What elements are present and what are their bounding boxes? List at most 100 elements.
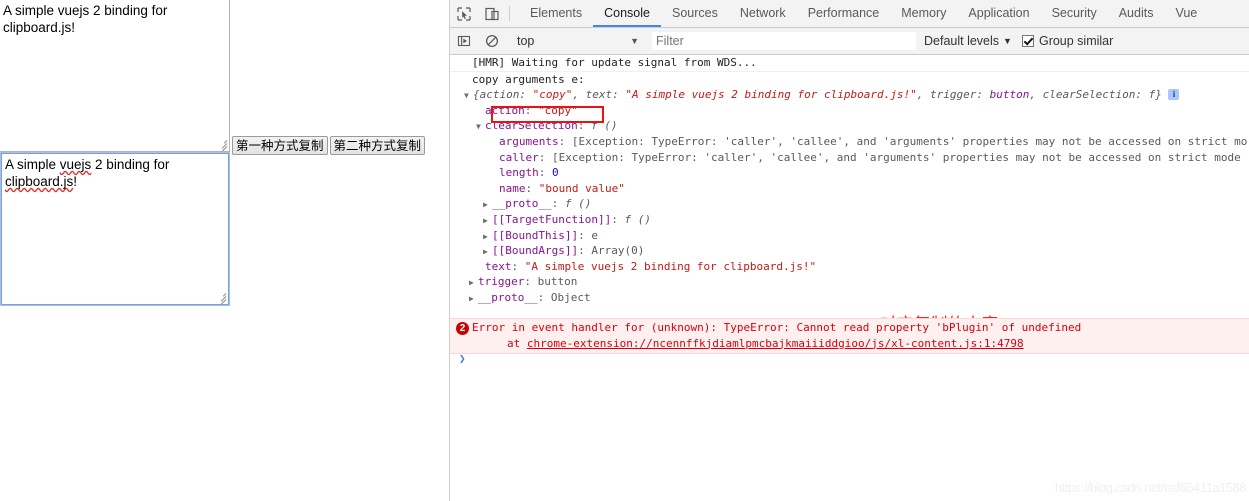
property-row-action[interactable]: action: "copy" (450, 103, 1249, 119)
error-stack-prefix: at (507, 336, 527, 350)
property-row-clearselection[interactable]: ▼ clearSelection: f () (450, 118, 1249, 134)
textarea-bottom-text2: 2 binding for (91, 157, 174, 172)
group-similar-toggle[interactable]: Group similar (1021, 34, 1114, 48)
textarea-bottom[interactable]: A simple vuejs 2 binding for clipboard.j… (0, 152, 230, 306)
property-value: "copy" (538, 103, 578, 117)
console-filter-input[interactable] (652, 32, 916, 50)
property-separator: : (538, 150, 552, 164)
property-name: arguments (499, 134, 559, 148)
property-value: f () (624, 212, 651, 226)
resize-grip-icon[interactable] (215, 137, 228, 151)
expand-triangle-icon[interactable]: ▶ (483, 244, 492, 259)
log-levels-dropdown[interactable]: Default levels ▼ (924, 34, 1012, 48)
web-page-pane: A simple vuejs 2 binding for clipboard.j… (0, 0, 449, 501)
expand-triangle-icon[interactable]: ▶ (469, 275, 478, 290)
tab-memory[interactable]: Memory (890, 0, 957, 27)
property-value: button (537, 275, 578, 289)
tab-elements[interactable]: Elements (519, 0, 593, 27)
preview-close-brace: } (1155, 88, 1162, 102)
execution-context-icon[interactable] (450, 34, 478, 48)
tab-security[interactable]: Security (1041, 0, 1108, 27)
tab-vue[interactable]: Vue (1164, 0, 1208, 27)
property-value: [Exception: TypeError: 'caller', 'callee… (552, 150, 1241, 164)
property-value: Object (550, 290, 591, 304)
textarea-top[interactable]: A simple vuejs 2 binding for clipboard.j… (0, 0, 230, 152)
error-line-1: Error in event handler for (unknown): Ty… (472, 321, 1082, 334)
property-name: text (485, 259, 512, 273)
textarea-bottom-text1: A simple (5, 157, 60, 172)
expand-triangle-icon[interactable]: ▶ (469, 291, 478, 306)
preview-trigger-value: button (989, 88, 1030, 102)
tab-performance[interactable]: Performance (797, 0, 891, 27)
expand-triangle-icon[interactable]: ▼ (464, 88, 473, 103)
property-name: __proto__ (492, 197, 552, 211)
property-row-text[interactable]: text: "A simple vuejs 2 binding for clip… (450, 259, 1249, 275)
devtools-panel: Elements Console Sources Network Perform… (449, 0, 1249, 501)
console-message-hmr[interactable]: [HMR] Waiting for update signal from WDS… (450, 55, 1249, 72)
expand-triangle-icon[interactable]: ▶ (483, 229, 492, 244)
property-row-boundargs[interactable]: ▶ [[BoundArgs]]: Array(0) (450, 243, 1249, 259)
expand-triangle-icon[interactable]: ▶ (483, 213, 492, 228)
prompt-chevron-icon: ❯ (459, 352, 466, 365)
console-error-message[interactable]: 2 Error in event handler for (unknown): … (450, 318, 1249, 355)
property-row-caller[interactable]: caller: [Exception: TypeError: 'caller',… (450, 150, 1249, 166)
devtools-tabbar: Elements Console Sources Network Perform… (450, 0, 1249, 28)
console-message-copy-args[interactable]: copy arguments e: (450, 72, 1249, 88)
property-row-proto-fn[interactable]: ▶ __proto__: f () (450, 196, 1249, 212)
property-separator: : (578, 244, 592, 258)
property-row-trigger[interactable]: ▶ trigger: button (450, 274, 1249, 290)
property-separator: : (611, 212, 625, 226)
property-value: 0 (552, 166, 559, 180)
console-object-preview[interactable]: ▼ {action: "copy", text: "A simple vuejs … (450, 87, 1249, 103)
property-separator: : (537, 290, 551, 304)
copy-method-2-button[interactable]: 第二种方式复制 (329, 136, 426, 155)
preview-clearselection-key: , clearSelection: (1029, 88, 1149, 102)
textarea-top-value: A simple vuejs 2 binding for clipboard.j… (3, 3, 172, 35)
log-levels-label: Default levels (924, 34, 1000, 48)
expand-triangle-icon[interactable]: ▼ (476, 119, 485, 134)
property-separator: : (524, 275, 538, 289)
console-prompt[interactable]: ❯ (450, 352, 1249, 370)
textarea-bottom-misspelled-clipboard: clipboard.js (5, 174, 74, 189)
chevron-down-icon: ▼ (630, 36, 639, 46)
group-similar-checkbox[interactable] (1021, 35, 1034, 47)
property-row-arguments[interactable]: arguments: [Exception: TypeError: 'calle… (450, 134, 1249, 150)
resize-grip-icon[interactable] (214, 290, 227, 304)
property-row-boundthis[interactable]: ▶ [[BoundThis]]: e (450, 228, 1249, 244)
inspect-element-icon[interactable] (450, 0, 478, 27)
error-source-link[interactable]: chrome-extension://ncennffkjdiamlpmcbajk… (527, 337, 1024, 350)
property-name: [[BoundThis]] (492, 228, 579, 242)
property-separator: : (551, 197, 565, 211)
textarea-bottom-text3: ! (73, 174, 78, 189)
property-value: e (591, 228, 598, 242)
property-value: [Exception: TypeError: 'caller', 'callee… (571, 134, 1248, 148)
clear-console-icon[interactable] (478, 34, 506, 48)
tab-sources[interactable]: Sources (661, 0, 729, 27)
preview-text-key: , text: (572, 88, 626, 102)
property-name: clearSelection (485, 119, 578, 133)
property-row-targetfunction[interactable]: ▶ [[TargetFunction]]: f () (450, 212, 1249, 228)
property-value: "A simple vuejs 2 binding for clipboard.… (524, 259, 817, 273)
property-row-length[interactable]: length: 0 (450, 165, 1249, 181)
property-separator: : (524, 103, 538, 117)
device-toolbar-icon[interactable] (478, 0, 506, 27)
error-line-2: at chrome-extension://ncennffkjdiamlpmcb… (450, 336, 1249, 352)
property-row-proto-object[interactable]: ▶ __proto__: Object (450, 290, 1249, 306)
group-similar-label: Group similar (1038, 34, 1114, 48)
expand-triangle-icon[interactable]: ▶ (483, 197, 492, 212)
tab-audits[interactable]: Audits (1108, 0, 1165, 27)
property-value: Array(0) (591, 244, 645, 258)
property-separator: : (577, 119, 591, 133)
info-badge-icon[interactable]: i (1168, 89, 1180, 101)
preview-text-value: "A simple vuejs 2 binding for clipboard.… (625, 88, 917, 102)
copy-button-row: 第一种方式复制 第二种方式复制 (232, 136, 427, 155)
property-name: __proto__ (478, 290, 538, 304)
tab-console[interactable]: Console (593, 0, 661, 27)
property-row-name[interactable]: name: "bound value" (450, 181, 1249, 197)
execution-context-select[interactable]: top ▼ (513, 32, 645, 51)
tab-network[interactable]: Network (729, 0, 797, 27)
property-value: f () (590, 119, 618, 133)
copy-method-1-button[interactable]: 第一种方式复制 (232, 136, 328, 155)
tab-application[interactable]: Application (957, 0, 1040, 27)
textarea-bottom-misspelled-vuejs: vuejs (59, 157, 92, 172)
